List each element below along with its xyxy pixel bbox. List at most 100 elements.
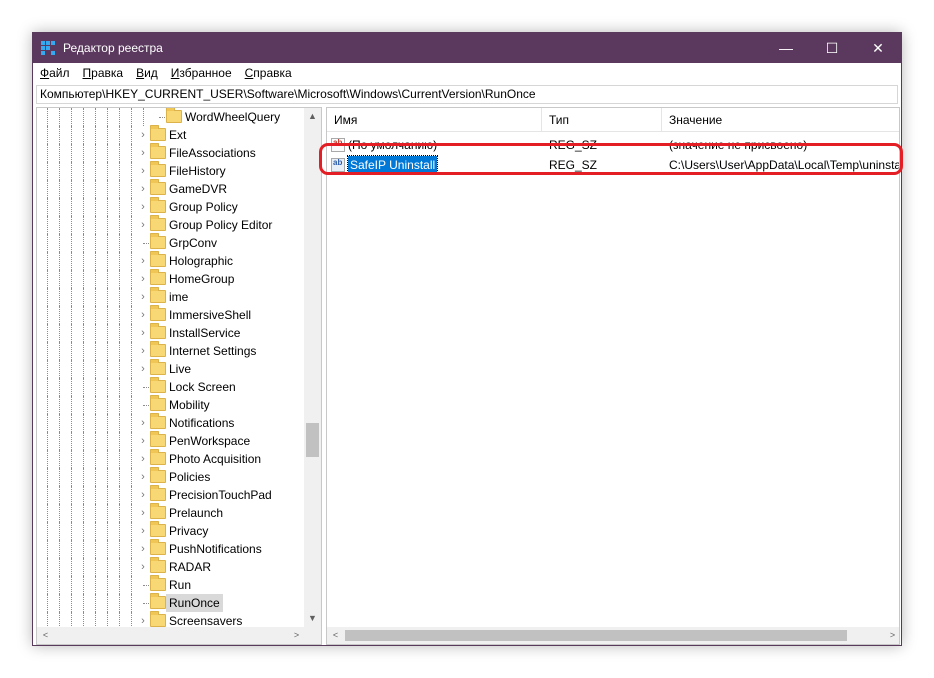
- tree-guide-line: [95, 288, 96, 306]
- column-header-value[interactable]: Значение: [662, 108, 899, 132]
- tree-node[interactable]: Mobility: [37, 395, 305, 414]
- value-row-default[interactable]: ab (По умолчанию) REG_SZ (значение не пр…: [327, 135, 899, 155]
- tree-node[interactable]: Lock Screen: [37, 377, 305, 396]
- menu-file[interactable]: Файл: [33, 66, 76, 80]
- expand-chevron-icon[interactable]: ›: [137, 505, 149, 521]
- tree-guide-line: [71, 396, 72, 414]
- expand-chevron-icon[interactable]: ›: [137, 361, 149, 377]
- tree-guide-line: [107, 342, 108, 360]
- tree-node[interactable]: RunOnce: [37, 593, 305, 612]
- tree-node[interactable]: › Group Policy: [37, 197, 305, 216]
- expand-chevron-icon[interactable]: ›: [137, 289, 149, 305]
- expand-chevron-icon[interactable]: ›: [137, 613, 149, 627]
- scroll-right-icon[interactable]: >: [884, 627, 899, 644]
- maximize-button[interactable]: ☐: [809, 33, 855, 63]
- menu-help[interactable]: Справка: [238, 66, 298, 80]
- tree-node[interactable]: › Photo Acquisition: [37, 449, 305, 468]
- scroll-left-icon[interactable]: <: [327, 627, 344, 644]
- tree-node[interactable]: › Internet Settings: [37, 341, 305, 360]
- column-header-name[interactable]: Имя: [327, 108, 542, 132]
- tree-node[interactable]: › InstallService: [37, 323, 305, 342]
- tree-node[interactable]: › PenWorkspace: [37, 431, 305, 450]
- menu-view[interactable]: Вид: [129, 66, 164, 80]
- values-horizontal-scroll-thumb[interactable]: [345, 630, 847, 641]
- address-bar[interactable]: Компьютер\HKEY_CURRENT_USER\Software\Mic…: [36, 85, 898, 104]
- tree-guide-line: [131, 234, 132, 252]
- menu-edit[interactable]: Правка: [76, 66, 130, 80]
- tree-guide-line: [47, 360, 48, 378]
- expand-chevron-icon[interactable]: ›: [137, 145, 149, 161]
- tree-guide-line: [131, 324, 132, 342]
- scroll-right-icon[interactable]: >: [288, 627, 305, 644]
- expand-chevron-icon[interactable]: ›: [137, 415, 149, 431]
- tree-node[interactable]: › Policies: [37, 467, 305, 486]
- tree-guide-line: [107, 612, 108, 627]
- expand-chevron-icon[interactable]: ›: [137, 127, 149, 143]
- tree-node[interactable]: › HomeGroup: [37, 269, 305, 288]
- tree-guide-line: [59, 504, 60, 522]
- expand-chevron-icon[interactable]: ›: [137, 307, 149, 323]
- expand-chevron-icon[interactable]: ›: [137, 271, 149, 287]
- expand-chevron-icon[interactable]: ›: [137, 523, 149, 539]
- scroll-left-icon[interactable]: <: [37, 627, 54, 644]
- tree-node[interactable]: › Prelaunch: [37, 503, 305, 522]
- tree-node[interactable]: › FileHistory: [37, 161, 305, 180]
- expand-chevron-icon[interactable]: ›: [137, 559, 149, 575]
- tree-node[interactable]: › ImmersiveShell: [37, 305, 305, 324]
- tree-node[interactable]: › PushNotifications: [37, 539, 305, 558]
- tree-node[interactable]: › ime: [37, 287, 305, 306]
- tree-guide-line: [107, 540, 108, 558]
- key-tree-pane[interactable]: WordWheelQuery › Ext › FileAssociations › File…: [36, 107, 322, 645]
- tree-node[interactable]: › Screensavers: [37, 611, 305, 627]
- tree-node[interactable]: › PrecisionTouchPad: [37, 485, 305, 504]
- scroll-down-icon[interactable]: ▼: [304, 610, 321, 627]
- tree-node[interactable]: › GameDVR: [37, 179, 305, 198]
- tree-guide-line: [83, 486, 84, 504]
- tree-node[interactable]: Run: [37, 575, 305, 594]
- tree-guide-line: [107, 468, 108, 486]
- tree-guide-line: [83, 414, 84, 432]
- tree-node[interactable]: › RADAR: [37, 557, 305, 576]
- tree-horizontal-scrollbar[interactable]: < >: [37, 627, 305, 644]
- folder-icon: [150, 539, 166, 555]
- values-horizontal-scrollbar[interactable]: < >: [327, 627, 899, 644]
- expand-chevron-icon[interactable]: ›: [137, 199, 149, 215]
- values-list-pane[interactable]: Имя Тип Значение ab (По умолчанию) REG_S…: [326, 107, 900, 645]
- tree-node[interactable]: GrpConv: [37, 233, 305, 252]
- close-button[interactable]: ✕: [855, 33, 901, 63]
- column-header-type[interactable]: Тип: [542, 108, 662, 132]
- expand-chevron-icon[interactable]: ›: [137, 325, 149, 341]
- tree-vertical-scrollbar[interactable]: ▲ ▼: [304, 108, 321, 627]
- tree-guide-line: [107, 486, 108, 504]
- expand-chevron-icon[interactable]: ›: [137, 253, 149, 269]
- tree-node-label: Internet Settings: [169, 344, 257, 358]
- expand-chevron-icon[interactable]: ›: [137, 433, 149, 449]
- value-row-safeip-uninstall[interactable]: ab SafeIP Uninstall REG_SZ C:\Users\User…: [327, 155, 899, 175]
- tree-node[interactable]: › Holographic: [37, 251, 305, 270]
- expand-chevron-icon[interactable]: ›: [137, 163, 149, 179]
- tree-node[interactable]: › FileAssociations: [37, 143, 305, 162]
- scroll-up-icon[interactable]: ▲: [304, 108, 321, 125]
- expand-chevron-icon[interactable]: ›: [137, 469, 149, 485]
- expand-chevron-icon[interactable]: ›: [137, 451, 149, 467]
- tree-guide-line: [119, 198, 120, 216]
- expand-chevron-icon[interactable]: ›: [137, 217, 149, 233]
- tree-node[interactable]: › Group Policy Editor: [37, 215, 305, 234]
- tree-node[interactable]: WordWheelQuery: [37, 108, 305, 126]
- tree-vertical-scroll-thumb[interactable]: [306, 423, 319, 457]
- tree-guide-line: [83, 234, 84, 252]
- title-bar[interactable]: Редактор реестра — ☐ ✕: [33, 33, 901, 63]
- expand-chevron-icon[interactable]: ›: [137, 181, 149, 197]
- menu-favorites[interactable]: Избранное: [164, 66, 238, 80]
- minimize-button[interactable]: —: [763, 33, 809, 63]
- tree-node[interactable]: › Ext: [37, 125, 305, 144]
- tree-node[interactable]: › Privacy: [37, 521, 305, 540]
- expand-chevron-icon[interactable]: ›: [137, 487, 149, 503]
- expand-chevron-icon[interactable]: ›: [137, 343, 149, 359]
- tree-node[interactable]: › Live: [37, 359, 305, 378]
- tree-guide-line: [131, 198, 132, 216]
- tree-guide-line: [71, 126, 72, 144]
- expand-chevron-icon[interactable]: ›: [137, 541, 149, 557]
- tree-node[interactable]: › Notifications: [37, 413, 305, 432]
- tree-guide-line: [95, 198, 96, 216]
